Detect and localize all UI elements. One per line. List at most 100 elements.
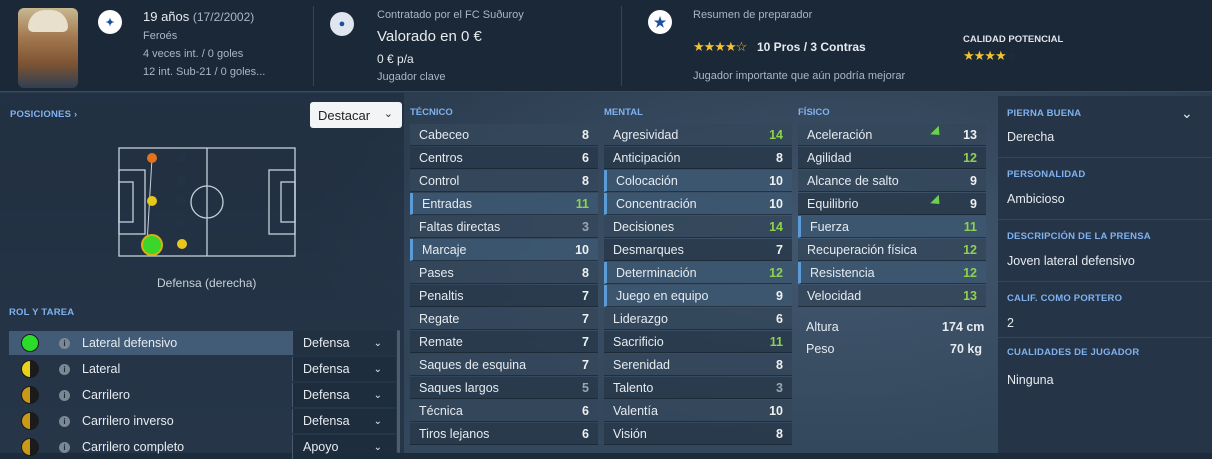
attribute-value: 6 [582, 426, 589, 441]
role-row[interactable]: i Carrilero completo Apoyo ⌄ [9, 435, 396, 459]
attribute-row[interactable]: Agilidad 12 [798, 147, 986, 169]
attribute-row[interactable]: Entradas 11 [410, 193, 598, 215]
role-name: Carrilero [82, 388, 130, 402]
duty-select[interactable]: Defensa ⌄ [292, 331, 396, 355]
info-icon[interactable]: i [59, 389, 70, 401]
attribute-row[interactable]: Centros 6 [410, 147, 598, 169]
player-value: Valorado en 0 € [377, 28, 482, 45]
attribute-name: Desmarques [613, 242, 684, 257]
attribute-row[interactable]: Aceleración 13 [798, 124, 986, 146]
attribute-value: 3 [582, 219, 589, 234]
attribute-row[interactable]: Saques de esquina 7 [410, 354, 598, 376]
attribute-row[interactable]: Regate 7 [410, 308, 598, 330]
coach-summary[interactable]: 10 Pros / 3 Contras [757, 40, 866, 54]
duty-select[interactable]: Apoyo ⌄ [292, 435, 396, 459]
club-badge-icon[interactable]: ● [330, 12, 354, 36]
position-dot[interactable] [147, 196, 157, 206]
role-row[interactable]: i Lateral defensivo Defensa ⌄ [9, 331, 396, 355]
attribute-row[interactable]: Determinación 12 [604, 262, 792, 284]
attribute-row[interactable]: Fuerza 11 [798, 216, 986, 238]
attribute-row[interactable]: Anticipación 8 [604, 147, 792, 169]
role-row[interactable]: i Lateral Defensa ⌄ [9, 357, 396, 381]
attribute-row[interactable]: Valentía 10 [604, 400, 792, 422]
attribute-name: Pases [419, 265, 454, 280]
attribute-row[interactable]: Pases 8 [410, 262, 598, 284]
duty-select[interactable]: Defensa ⌄ [292, 357, 396, 381]
attribute-row[interactable]: Talento 3 [604, 377, 792, 399]
attribute-row[interactable]: Concentración 10 [604, 193, 792, 215]
position-dot[interactable] [147, 153, 157, 163]
role-name: Lateral [82, 362, 121, 376]
chevron-down-icon: ⌄ [373, 389, 382, 401]
attribute-row[interactable]: Saques largos 5 [410, 377, 598, 399]
attribute-value: 8 [582, 127, 589, 142]
chevron-down-icon: ⌄ [383, 108, 393, 120]
attribute-row[interactable]: Colocación 10 [604, 170, 792, 192]
position-dot [176, 218, 186, 228]
position-label: Defensa (derecha) [157, 276, 257, 290]
chevron-down-icon[interactable]: ⌄ [1181, 105, 1193, 122]
attribute-value: 8 [776, 150, 783, 165]
attribute-row[interactable]: Alcance de salto 9 [798, 170, 986, 192]
role-half-icon [21, 360, 39, 378]
info-icon[interactable]: i [59, 363, 70, 375]
attribute-row[interactable]: Visión 8 [604, 423, 792, 445]
mental-title: MENTAL [604, 107, 643, 118]
attribute-row[interactable]: Agresividad 14 [604, 124, 792, 146]
attribute-value: 14 [769, 219, 783, 234]
attribute-row[interactable]: Serenidad 8 [604, 354, 792, 376]
nation-badge-icon[interactable]: ✦ [98, 10, 122, 34]
duty-select[interactable]: Defensa ⌄ [292, 383, 396, 407]
nationality[interactable]: Feroés [143, 30, 177, 42]
role-row[interactable]: i Carrilero inverso Defensa ⌄ [9, 409, 396, 433]
position-dot [176, 196, 186, 206]
attribute-row[interactable]: Control 8 [410, 170, 598, 192]
attribute-value: 7 [582, 357, 589, 372]
coach-report-title[interactable]: Resumen de preparador [693, 9, 812, 21]
info-icon[interactable]: i [59, 337, 70, 349]
attribute-row[interactable]: Técnica 6 [410, 400, 598, 422]
attribute-row[interactable]: Recuperación física 12 [798, 239, 986, 261]
attribute-row[interactable]: Sacrificio 11 [604, 331, 792, 353]
attribute-value: 11 [575, 196, 589, 211]
player-age: 19 años (17/2/2002) [143, 9, 255, 24]
position-dot-primary[interactable] [141, 234, 163, 256]
role-row[interactable]: i Carrilero Defensa ⌄ [9, 383, 396, 407]
attribute-value: 3 [776, 380, 783, 395]
attribute-value: 11 [769, 334, 783, 349]
attribute-value: 10 [769, 173, 783, 188]
attribute-name: Liderazgo [613, 311, 668, 326]
divider [998, 157, 1212, 158]
attribute-row[interactable]: Faltas directas 3 [410, 216, 598, 238]
attribute-row[interactable]: Marcaje 10 [410, 239, 598, 261]
attribute-value: 9 [970, 173, 977, 188]
attribute-row[interactable]: Desmarques 7 [604, 239, 792, 261]
position-dot[interactable] [177, 239, 187, 249]
attribute-row[interactable]: Tiros lejanos 6 [410, 423, 598, 445]
attribute-row[interactable]: Resistencia 12 [798, 262, 986, 284]
divider [998, 219, 1212, 220]
attribute-row[interactable]: Remate 7 [410, 331, 598, 353]
attribute-name: Faltas directas [419, 219, 501, 234]
chevron-down-icon: ⌄ [373, 363, 382, 375]
attribute-row[interactable]: Juego en equipo 9 [604, 285, 792, 307]
attribute-row[interactable]: Penaltis 7 [410, 285, 598, 307]
attribute-row[interactable]: Cabeceo 8 [410, 124, 598, 146]
attribute-name: Tiros lejanos [419, 426, 490, 441]
info-icon[interactable]: i [59, 441, 70, 453]
duty-select[interactable]: Defensa ⌄ [292, 409, 396, 433]
attribute-row[interactable]: Decisiones 14 [604, 216, 792, 238]
personality-value[interactable]: Ambicioso [1007, 192, 1065, 206]
info-icon[interactable]: i [59, 415, 70, 427]
highlight-select[interactable]: Destacar ⌄ [310, 102, 402, 128]
attribute-row[interactable]: Liderazgo 6 [604, 308, 792, 330]
roles-scrollbar[interactable] [397, 330, 400, 453]
attribute-row[interactable]: Velocidad 13 [798, 285, 986, 307]
attribute-value: 12 [963, 265, 977, 280]
club-contract[interactable]: Contratado por el FC Suðuroy [377, 9, 524, 21]
attribute-row[interactable]: Equilibrio 9 [798, 193, 986, 215]
attribute-value: 11 [963, 219, 977, 234]
attribute-name: Decisiones [613, 219, 675, 234]
potential-label: CALIDAD POTENCIAL [963, 34, 1064, 45]
positions-title[interactable]: POSICIONES › [10, 109, 77, 120]
